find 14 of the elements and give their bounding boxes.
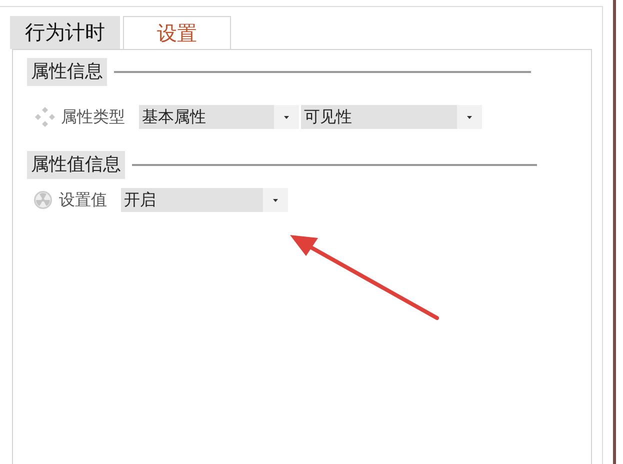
diamonds-icon (35, 107, 55, 127)
tab[interactable]: 行为计时 (10, 16, 120, 49)
tab[interactable]: 设置 (123, 16, 231, 49)
radiation-icon (33, 190, 53, 210)
section-title: 属性信息 (27, 58, 107, 86)
field-label: 设置值 (59, 190, 107, 210)
caret-icon (467, 116, 472, 118)
dropdown[interactable]: 开启 (121, 188, 288, 212)
caret-icon (284, 116, 289, 118)
dropdown[interactable]: 基本属性 (139, 105, 299, 129)
dropdown[interactable]: 可见性 (301, 105, 482, 129)
caret-icon (273, 198, 278, 202)
field-label: 属性类型 (61, 106, 125, 128)
section-title: 属性值信息 (27, 151, 125, 179)
